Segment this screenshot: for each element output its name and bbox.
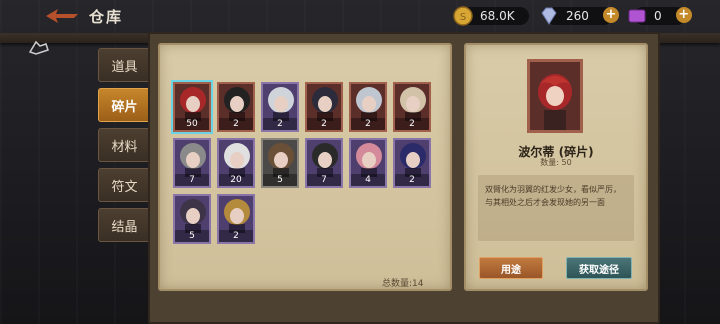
character-portrait-icon [180, 143, 206, 177]
fragment-slot[interactable]: 2 [349, 82, 387, 132]
fragment-slot[interactable]: 7 [305, 138, 343, 188]
fragment-slot[interactable]: 4 [349, 138, 387, 188]
diamond-amount: 260 [566, 9, 589, 23]
tab-fragments[interactable]: 碎片 [98, 88, 150, 122]
ticket-resource: 0 + [628, 6, 692, 26]
ticket-amount: 0 [654, 9, 662, 23]
tab-items[interactable]: 道具 [98, 48, 150, 82]
description-text: 双臂化为羽翼的红发少女，看似严厉，与其相处之后才会发现她的另一面 [485, 185, 621, 207]
back-arrow-icon [46, 9, 78, 23]
purple-ticket-icon [628, 9, 646, 23]
character-portrait-icon [356, 87, 382, 121]
tab-label: 结晶 [111, 219, 138, 235]
gold-coin-icon: S [453, 6, 473, 26]
character-portrait-icon [268, 87, 294, 121]
tab-runes[interactable]: 符文 [98, 168, 150, 202]
page-title: 仓库 [89, 8, 124, 26]
red-haired-girl-portrait-icon [538, 74, 572, 130]
fragment-slot[interactable]: 50 [171, 80, 213, 134]
character-portrait-icon [224, 143, 250, 177]
character-portrait-icon [312, 87, 338, 121]
fragment-count: 2 [219, 230, 253, 242]
item-description: 双臂化为羽翼的红发少女，看似严厉，与其相处之后才会发现她的另一面 [478, 175, 634, 241]
total-count: 总数量:14 [382, 279, 424, 289]
fragment-slot[interactable]: 7 [173, 138, 211, 188]
character-portrait-icon [180, 199, 206, 233]
fragment-slot[interactable]: 2 [217, 194, 255, 244]
diamond-resource: 260 + [541, 6, 619, 26]
add-ticket-button[interactable]: + [675, 7, 692, 23]
character-portrait-icon [400, 87, 426, 121]
fragment-slot[interactable]: 2 [217, 82, 255, 132]
character-portrait-icon [224, 87, 250, 121]
character-portrait-icon [356, 143, 382, 177]
tab-label: 符文 [111, 179, 138, 195]
ticket-pill: 0 + [628, 7, 692, 25]
fragment-count: 2 [395, 174, 429, 186]
fragment-count: 20 [219, 174, 253, 186]
fragment-slot[interactable]: 5 [261, 138, 299, 188]
fragment-slot[interactable]: 2 [261, 82, 299, 132]
obtain-source-button[interactable]: 获取途径 [566, 257, 632, 279]
fragment-slot[interactable]: 2 [393, 138, 431, 188]
tab-crystals[interactable]: 结晶 [98, 208, 150, 242]
diamond-pill: 260 + [541, 7, 619, 25]
tab-label: 材料 [111, 139, 138, 155]
fragment-count: 2 [395, 118, 429, 130]
fragment-count: 2 [307, 118, 341, 130]
gold-pill: S 68.0K [453, 6, 529, 26]
fragment-count: 5 [263, 174, 297, 186]
add-diamond-button[interactable]: + [602, 7, 619, 23]
svg-text:S: S [460, 12, 466, 23]
fragment-count: 50 [175, 118, 209, 130]
tab-materials[interactable]: 材料 [98, 128, 150, 162]
gold-amount: 68.0K [480, 9, 515, 23]
fragment-count: 5 [175, 230, 209, 242]
back-button[interactable] [44, 6, 80, 26]
fragment-count: 4 [351, 174, 385, 186]
character-portrait-icon [180, 87, 206, 121]
item-quantity: 数量: 50 [540, 158, 572, 167]
character-portrait-icon [400, 143, 426, 177]
fragment-slot[interactable]: 20 [217, 138, 255, 188]
fragment-slot[interactable]: 2 [393, 82, 431, 132]
use-button[interactable]: 用途 [479, 257, 543, 279]
fragment-count: 2 [351, 118, 385, 130]
hand-pointer-icon [28, 40, 49, 55]
fragment-count: 7 [175, 174, 209, 186]
tab-label: 碎片 [111, 99, 138, 115]
fragment-slot[interactable]: 2 [305, 82, 343, 132]
tab-label: 道具 [111, 59, 138, 75]
character-portrait-icon [224, 199, 250, 233]
gold-resource: S 68.0K [453, 6, 529, 26]
character-portrait-icon [312, 143, 338, 177]
sidebar-toggle-button[interactable] [28, 38, 50, 56]
fragment-slot[interactable]: 5 [173, 194, 211, 244]
fragment-count: 7 [307, 174, 341, 186]
character-portrait-icon [268, 143, 294, 177]
fragment-count: 2 [263, 118, 297, 130]
diamond-icon [541, 7, 557, 25]
fragment-count: 2 [219, 118, 253, 130]
selected-item-portrait [527, 59, 583, 133]
